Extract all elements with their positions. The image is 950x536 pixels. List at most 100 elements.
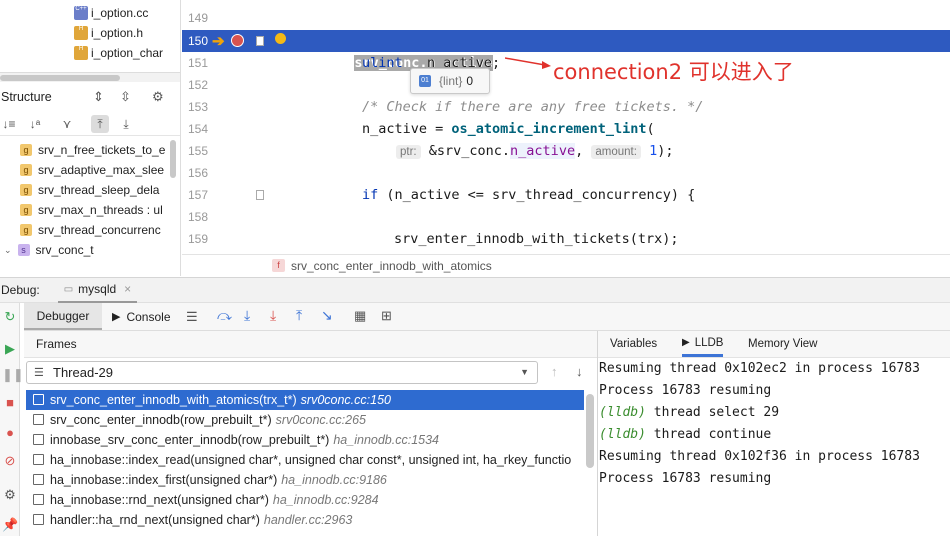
code-line-153[interactable]: /* Check if there are any free tickets. … <box>362 96 703 118</box>
tab-debugger[interactable]: Debugger <box>24 303 102 330</box>
mute-breakpoints-icon[interactable]: ⊘ <box>2 453 18 469</box>
tab-console[interactable]: ▶ Console <box>112 303 171 330</box>
sort-icon[interactable]: ↓≡ <box>0 115 18 133</box>
structure-item[interactable]: g srv_adaptive_max_slee <box>20 160 164 180</box>
tab-lldb[interactable]: ▶ LLDB <box>682 331 724 357</box>
global-var-icon: g <box>20 164 32 176</box>
autoscroll-to-source-icon[interactable]: ⤒ <box>91 115 109 133</box>
code-line-159[interactable]: srv_enter_innodb_with_tickets(trx); <box>394 228 678 250</box>
run-to-cursor-icon[interactable]: ↘ <box>321 307 333 324</box>
console-icon: ▶ <box>682 337 690 348</box>
line-number: 159 <box>187 232 208 246</box>
stack-frame[interactable]: handler::ha_rnd_next(unsigned char*) hand… <box>26 510 584 530</box>
tab-memory-view[interactable]: Memory View <box>748 331 817 357</box>
tooltip-value: 0 <box>466 74 474 88</box>
evaluate-icon[interactable]: ▦ <box>354 308 366 324</box>
chevron-down-icon[interactable]: ⌄ <box>4 245 12 256</box>
structure-header: Structure ⇕ ⇳ ⚙ <box>0 86 180 108</box>
settings-icon[interactable]: ⚙ <box>2 487 18 503</box>
breakpoint-icon[interactable] <box>231 34 244 47</box>
code-line-155[interactable]: ptr: &srv_conc.n_active, amount: 1); <box>396 140 673 162</box>
structure-item[interactable]: g srv_thread_sleep_dela <box>20 180 159 200</box>
line-number: 154 <box>187 122 208 136</box>
breadcrumb-function: srv_conc_enter_innodb_with_atomics <box>291 258 492 273</box>
pin-icon[interactable]: 📌 <box>2 517 18 533</box>
stack-frame[interactable]: srv_conc_enter_innodb(row_prebuilt_t*) sr… <box>26 410 584 430</box>
value-tooltip: 01 {lint} 0 <box>410 68 490 94</box>
fold-icon[interactable] <box>256 36 264 46</box>
stack-frame[interactable]: innobase_srv_conc_enter_innodb(row_prebu… <box>26 430 584 450</box>
annotation-text: connection2 可以进入了 <box>553 60 794 84</box>
horizontal-scrollbar[interactable] <box>0 72 180 82</box>
structure-item[interactable]: g srv_n_free_tickets_to_e <box>20 140 165 160</box>
sort-alpha-icon[interactable]: ↓ᵃ <box>26 115 44 133</box>
console-line: Process 16783 resuming <box>599 383 772 398</box>
frames-header: Frames <box>24 331 597 358</box>
line-number: 157 <box>187 188 208 202</box>
cpp-file-icon: C++ <box>74 6 88 20</box>
stack-frame[interactable]: ha_innobase::index_read(unsigned char*, … <box>26 450 584 470</box>
step-over-icon[interactable]: ⤼ <box>217 307 232 324</box>
stack-frame[interactable]: ha_innobase::rnd_next(unsigned char*) ha_… <box>26 490 584 510</box>
breadcrumb[interactable]: f srv_conc_enter_innodb_with_atomics <box>182 254 950 276</box>
frames-scrollbar[interactable] <box>586 394 594 468</box>
autoscroll-from-source-icon[interactable]: ⤓ <box>117 115 135 133</box>
pause-icon[interactable]: ❚❚ <box>2 367 24 383</box>
structure-item[interactable]: g srv_max_n_threads : ul <box>20 200 163 220</box>
line-number: 150 <box>187 34 208 48</box>
code-line-150[interactable]: if srv_conc.n_active < (lint) srv_thread… <box>330 30 777 71</box>
view-breakpoints-icon[interactable]: ● <box>2 425 18 441</box>
thread-selector[interactable]: ☰ Thread-29 ▼ <box>26 361 538 384</box>
file-item[interactable]: H i_option_char <box>74 43 163 63</box>
line-number: 153 <box>187 100 208 114</box>
chevron-down-icon: ▼ <box>520 367 529 377</box>
file-item[interactable]: H i_option.h <box>74 23 143 43</box>
tab-variables[interactable]: Variables <box>610 331 657 357</box>
structure-title: Structure <box>1 90 52 104</box>
file-name: i_option.h <box>91 26 144 40</box>
step-out-icon[interactable]: ⤒ <box>296 307 302 324</box>
vertical-scrollbar[interactable] <box>170 140 176 178</box>
project-panel: C++ i_option.cc H i_option.h H i_option_… <box>0 0 181 276</box>
previous-frame-icon[interactable]: ↑ <box>551 364 558 379</box>
console-line: (lldb) thread select 29 <box>599 405 780 420</box>
console-line: Resuming thread 0x102ec2 in process 1678… <box>599 361 920 376</box>
thread-name: Thread-29 <box>53 365 113 380</box>
panel-divider[interactable] <box>597 331 598 536</box>
structure-toolbar: ↓≡ ↓ᵃ ⋎ ⤒ ⤓ <box>0 112 180 136</box>
file-item[interactable]: C++ i_option.cc <box>74 3 148 23</box>
resume-icon[interactable]: ▶ <box>2 341 18 357</box>
stack-frame[interactable]: srv_conc_enter_innodb_with_atomics(trx_t… <box>26 390 584 410</box>
rerun-icon[interactable]: ↻ <box>2 309 18 325</box>
structure-item[interactable]: g srv_thread_concurrenc <box>20 220 161 240</box>
layout-icon[interactable]: ⊞ <box>381 308 392 324</box>
collapse-all-icon[interactable]: ⇳ <box>120 89 131 105</box>
menu-icon[interactable]: ☰ <box>186 309 198 325</box>
debug-label: Debug: <box>1 283 40 297</box>
global-var-icon: g <box>20 204 32 216</box>
close-icon[interactable]: × <box>124 282 131 296</box>
console-icon: ▶ <box>112 311 121 323</box>
line-number: 152 <box>187 78 208 92</box>
structure-item[interactable]: ⌄ s srv_conc_t <box>4 240 94 260</box>
code-line-157[interactable]: if (n_active <= srv_thread_concurrency) … <box>362 184 695 206</box>
tab-mysqld[interactable]: ▭ mysqld × <box>57 277 138 303</box>
lightbulb-icon[interactable] <box>275 33 286 44</box>
console-line: Resuming thread 0x102f36 in process 1678… <box>599 449 920 464</box>
code-line-154[interactable]: n_active = os_atomic_increment_lint( <box>362 118 655 140</box>
console-line: Process 16783 resuming <box>599 471 772 486</box>
global-var-icon: g <box>20 184 32 196</box>
line-number: 155 <box>187 144 208 158</box>
next-frame-icon[interactable]: ↓ <box>576 364 583 379</box>
fold-icon[interactable] <box>256 190 264 200</box>
step-into-icon[interactable]: ⤓ <box>244 307 250 324</box>
stack-frame[interactable]: ha_innobase::index_first(unsigned char*)… <box>26 470 584 490</box>
debug-side-toolbar: ↻ ▶ ❚❚ ■ ● ⊘ ⚙ 📌 <box>0 303 24 536</box>
stop-icon[interactable]: ■ <box>2 395 18 411</box>
gear-icon[interactable]: ⚙ <box>152 89 164 105</box>
expand-all-icon[interactable]: ⇕ <box>93 89 104 105</box>
header-file-icon: H <box>74 26 88 40</box>
force-step-into-icon[interactable]: ⤓ <box>270 307 276 324</box>
filter-icon[interactable]: ⋎ <box>58 115 76 133</box>
debug-title-bar: Debug: ▭ mysqld × <box>0 277 950 303</box>
